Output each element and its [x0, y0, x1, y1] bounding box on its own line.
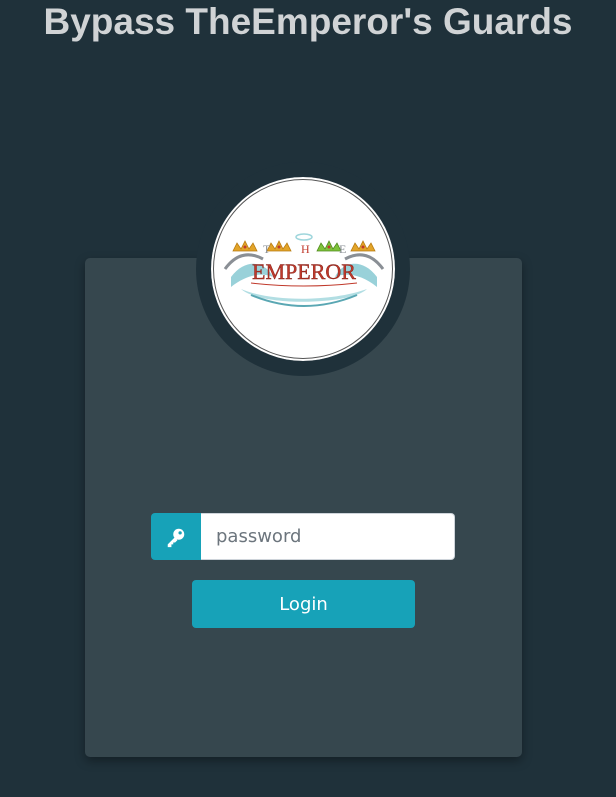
crown-icon [266, 240, 292, 252]
svg-text:H: H [301, 242, 310, 256]
password-input-group [151, 513, 455, 560]
login-button[interactable]: Login [192, 580, 415, 628]
logo: T H E EMPEROR [210, 176, 396, 362]
svg-text:T: T [263, 242, 271, 256]
password-input[interactable] [201, 513, 455, 560]
crown-icon [350, 240, 376, 252]
password-addon [151, 513, 201, 560]
crown-icon [232, 240, 258, 252]
key-icon [167, 528, 185, 547]
svg-text:EMPEROR: EMPEROR [252, 259, 356, 284]
emperor-logo-image: T H E EMPEROR [223, 233, 385, 307]
svg-text:E: E [339, 242, 346, 256]
page-title: Bypass TheEmperor's Guards [43, 1, 573, 42]
crown-icon [316, 240, 342, 252]
